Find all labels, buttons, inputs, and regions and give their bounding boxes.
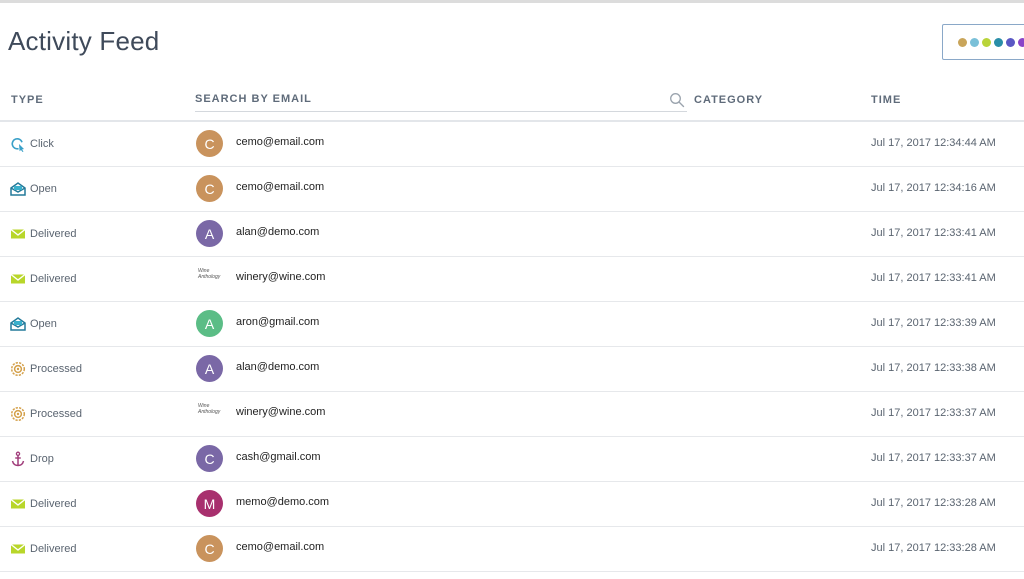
search-by-email-input[interactable] [195,88,655,110]
email-address[interactable]: cash@gmail.com [236,451,321,463]
email-address[interactable]: alan@demo.com [236,361,319,373]
event-type-label: Delivered [30,273,77,285]
email-address[interactable]: aron@gmail.com [236,316,319,328]
event-type-label: Processed [30,363,82,375]
event-time: Jul 17, 2017 12:33:28 AM [871,542,996,554]
open-envelope-icon [10,181,26,197]
activity-row[interactable]: Open Ccemo@email.com Jul 17, 2017 12:34:16… [0,167,1024,212]
avatar: A [196,220,223,247]
event-type-label: Processed [30,408,82,420]
event-type: Delivered [10,212,76,256]
email-search[interactable] [195,88,687,112]
loading-dots [958,38,1024,47]
loading-dot [1006,38,1015,47]
loading-dot [1018,38,1024,47]
open-envelope-icon [10,316,26,332]
page-title: Activity Feed [8,26,160,56]
event-time: Jul 17, 2017 12:34:44 AM [871,137,996,149]
event-type: Open [10,167,57,211]
event-time: Jul 17, 2017 12:33:28 AM [871,497,996,509]
event-type-label: Drop [30,453,54,465]
delivered-envelope-icon [10,271,26,287]
activity-row[interactable]: Click Ccemo@email.com Jul 17, 2017 12:34:4… [0,122,1024,167]
event-time: Jul 17, 2017 12:33:41 AM [871,272,996,284]
column-header-time[interactable]: TIME [871,94,901,106]
email-address[interactable]: memo@demo.com [236,496,329,508]
event-type: Processed [10,347,82,391]
event-type-label: Open [30,318,57,330]
event-type-label: Delivered [30,498,77,510]
event-time: Jul 17, 2017 12:33:39 AM [871,317,996,329]
column-header-category[interactable]: CATEGORY [694,94,763,106]
column-header-type[interactable]: TYPE [11,94,44,106]
avatar-logo: Wine Anthology [196,265,223,292]
email-address[interactable]: cemo@email.com [236,541,324,553]
processed-gear-icon [10,406,26,422]
event-type-label: Open [30,183,57,195]
event-time: Jul 17, 2017 12:33:37 AM [871,452,996,464]
activity-row[interactable]: Drop Ccash@gmail.com Jul 17, 2017 12:33:37… [0,437,1024,482]
table-header: TYPE CATEGORY TIME [0,82,1024,122]
email-address[interactable]: cemo@email.com [236,136,324,148]
avatar: C [196,535,223,562]
event-time: Jul 17, 2017 12:33:38 AM [871,362,996,374]
event-type: Click [10,122,54,166]
activity-row[interactable]: Processed Wine Anthology winery@wine.com Ju… [0,392,1024,437]
activity-row[interactable]: Open Aaron@gmail.com Jul 17, 2017 12:33:39… [0,302,1024,347]
email-address[interactable]: winery@wine.com [236,406,325,418]
avatar: A [196,310,223,337]
email-address[interactable]: cemo@email.com [236,181,324,193]
event-type-label: Click [30,138,54,150]
avatar-logo: Wine Anthology [196,400,223,427]
loading-dot [982,38,991,47]
loading-dot [958,38,967,47]
avatar: C [196,175,223,202]
event-time: Jul 17, 2017 12:33:37 AM [871,407,996,419]
event-type: Delivered [10,482,76,526]
activity-row[interactable]: Delivered Aalan@demo.com Jul 17, 2017 12:3… [0,212,1024,257]
loading-indicator [942,24,1024,60]
search-icon[interactable] [669,92,685,108]
activity-row[interactable]: Delivered Mmemo@demo.com Jul 17, 2017 12:3… [0,482,1024,527]
avatar: M [196,490,223,517]
delivered-envelope-icon [10,496,26,512]
event-type-label: Delivered [30,543,77,555]
activity-row[interactable]: Delivered Ccemo@email.com Jul 17, 2017 12:… [0,527,1024,572]
avatar: C [196,445,223,472]
processed-gear-icon [10,361,26,377]
avatar: C [196,130,223,157]
event-type: Open [10,302,57,346]
event-type: Delivered [10,257,76,301]
loading-dot [994,38,1003,47]
activity-row[interactable]: Delivered Wine Anthology winery@wine.com Ju… [0,257,1024,302]
activity-list: Click Ccemo@email.com Jul 17, 2017 12:34:4… [0,122,1024,572]
event-time: Jul 17, 2017 12:34:16 AM [871,182,996,194]
activity-row[interactable]: Processed Aalan@demo.com Jul 17, 2017 12:3… [0,347,1024,392]
click-icon [10,136,26,152]
delivered-envelope-icon [10,541,26,557]
event-time: Jul 17, 2017 12:33:41 AM [871,227,996,239]
delivered-envelope-icon [10,226,26,242]
event-type: Delivered [10,527,76,571]
event-type: Processed [10,392,82,436]
email-address[interactable]: alan@demo.com [236,226,319,238]
top-divider [0,0,1024,3]
event-type: Drop [10,437,54,481]
anchor-icon [10,451,26,467]
event-type-label: Delivered [30,228,77,240]
loading-dot [970,38,979,47]
avatar: A [196,355,223,382]
email-address[interactable]: winery@wine.com [236,271,325,283]
